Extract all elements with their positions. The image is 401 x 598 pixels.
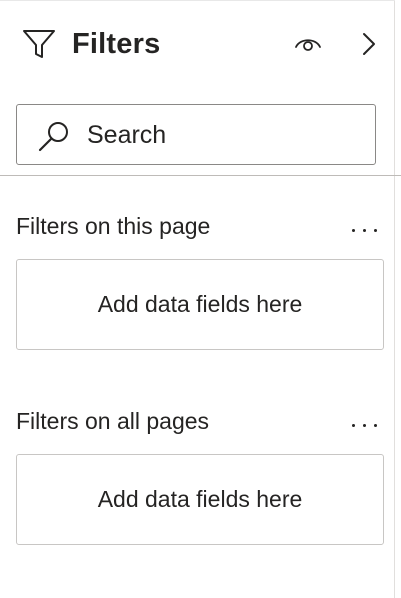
ellipsis-icon[interactable] <box>350 220 380 240</box>
filters-pane: Filters Filters on this page Add data fi… <box>0 0 401 598</box>
filter-funnel-icon <box>23 30 55 58</box>
top-border <box>0 0 395 1</box>
drop-well-label: Add data fields here <box>97 486 303 512</box>
section-label-this-page: Filters on this page <box>16 213 211 239</box>
search-box[interactable] <box>16 104 376 165</box>
section-label-all-pages: Filters on all pages <box>16 408 210 434</box>
search-icon <box>38 122 68 152</box>
drop-well-label: Add data fields here <box>97 291 303 317</box>
eye-icon[interactable] <box>293 32 323 56</box>
search-input[interactable] <box>87 115 357 155</box>
filters-header: Filters <box>0 20 395 72</box>
pane-title: Filters <box>72 28 161 60</box>
chevron-right-icon[interactable] <box>358 29 380 59</box>
divider <box>0 175 401 176</box>
ellipsis-icon[interactable] <box>350 415 380 435</box>
drop-well-this-page[interactable]: Add data fields here <box>16 259 384 350</box>
drop-well-all-pages[interactable]: Add data fields here <box>16 454 384 545</box>
